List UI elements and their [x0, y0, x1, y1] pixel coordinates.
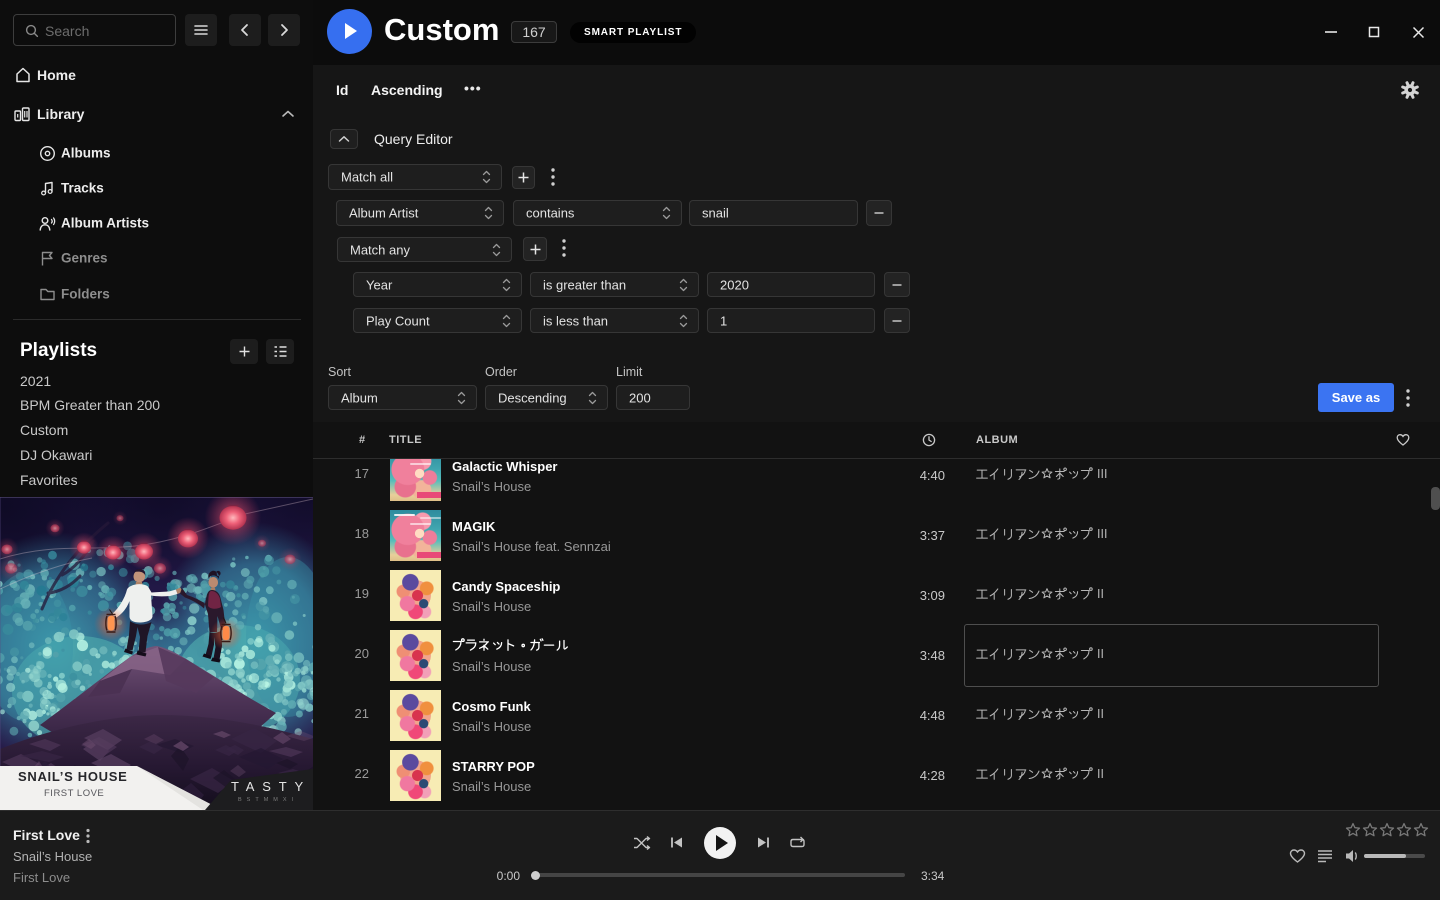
svg-text:II: II — [1097, 707, 1104, 721]
svg-text:III: III — [1097, 467, 1107, 481]
svg-text:II: II — [1097, 587, 1104, 601]
svg-text:III: III — [1097, 527, 1107, 541]
svg-text:II: II — [1097, 767, 1104, 781]
